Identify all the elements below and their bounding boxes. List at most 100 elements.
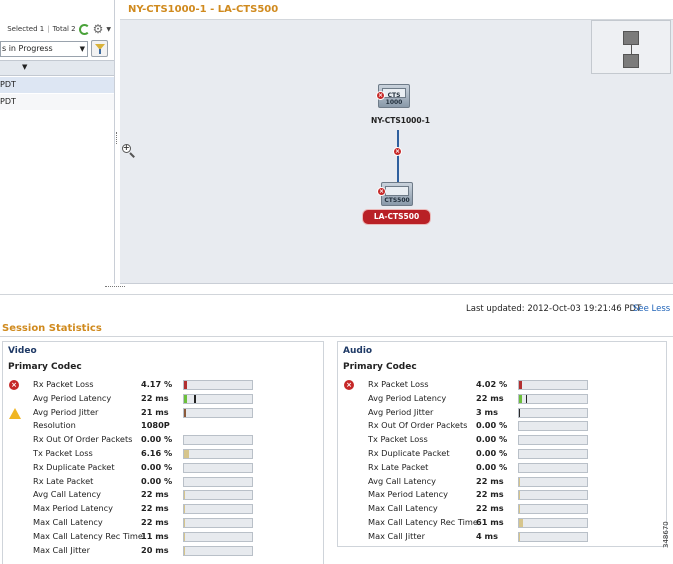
overview-link xyxy=(631,45,632,54)
metric-bar-fill xyxy=(519,394,523,403)
metric-bar-fill xyxy=(519,477,521,486)
link-error-icon[interactable]: × xyxy=(393,147,402,156)
plus-icon: + xyxy=(123,143,130,152)
metric-value: 22 ms xyxy=(141,489,169,500)
metric-bar xyxy=(183,504,253,515)
table-row[interactable]: PDT xyxy=(0,77,114,93)
sort-caret-icon[interactable]: ▼ xyxy=(22,63,27,71)
video-section-title: Video xyxy=(8,346,37,356)
metric-bar xyxy=(183,380,253,390)
metric-value: 0.00 % xyxy=(141,461,173,472)
metric-bar xyxy=(518,531,588,542)
metric-name: Tx Packet Loss xyxy=(33,448,93,458)
selected-count: Selected 1 xyxy=(7,25,45,33)
filter-button[interactable] xyxy=(91,40,108,57)
metric-row: Rx Duplicate Packet 0.00 % xyxy=(338,448,666,462)
metric-bar-fill xyxy=(184,491,186,500)
vertical-splitter-handle[interactable] xyxy=(116,132,119,144)
metric-value: 6.16 % xyxy=(141,448,173,458)
metric-row: Avg Period Jitter 3 ms xyxy=(338,407,666,421)
metric-value: 22 ms xyxy=(476,489,504,500)
metric-bar xyxy=(183,476,253,487)
endpoint-la-device-icon[interactable]: CTS500 xyxy=(381,182,413,206)
error-icon: × xyxy=(377,187,386,196)
refresh-icon[interactable] xyxy=(78,23,90,35)
gear-icon[interactable]: ⚙ xyxy=(93,23,104,35)
error-icon: × xyxy=(344,380,354,390)
chevron-down-icon: ▼ xyxy=(79,45,85,53)
metric-name: Rx Packet Loss xyxy=(33,379,94,389)
chevron-down-icon[interactable]: ▼ xyxy=(106,26,111,33)
metric-name: Rx Out Of Order Packets xyxy=(368,420,468,431)
metric-bar-fill xyxy=(519,519,524,527)
divider xyxy=(0,336,673,337)
row-cell: PDT xyxy=(0,97,16,106)
warning-icon xyxy=(9,407,21,419)
metric-bar-fill xyxy=(184,505,186,514)
metric-row: Max Call Latency Rec Time 61 ms xyxy=(338,517,666,531)
row-cell: PDT xyxy=(0,80,16,89)
device-screen xyxy=(385,186,409,196)
metric-value: 22 ms xyxy=(476,392,504,403)
metric-row: Rx Late Packet 0.00 % xyxy=(3,476,323,490)
metric-row: Avg Call Latency 22 ms xyxy=(338,476,666,490)
metric-value: 22 ms xyxy=(141,517,169,527)
metric-bar xyxy=(518,490,588,501)
metric-name: Rx Late Packet xyxy=(368,461,429,472)
endpoint-la-selected-label[interactable]: LA-CTS500 xyxy=(363,210,430,224)
divider xyxy=(0,294,673,295)
topology-title: NY-CTS1000-1 - LA-CTS500 xyxy=(128,4,279,15)
metric-bar-fill xyxy=(184,381,188,389)
metric-row: Avg Period Latency 22 ms xyxy=(3,393,323,407)
metric-value: 0.00 % xyxy=(476,434,508,445)
funnel-stem xyxy=(99,49,101,54)
metric-name: Rx Duplicate Packet xyxy=(368,448,450,458)
last-updated-text: Last updated: 2012-Oct-03 19:21:46 PDT xyxy=(466,304,642,314)
metric-bar-fill xyxy=(184,408,187,417)
metric-value: 0.00 % xyxy=(141,434,173,445)
see-less-link[interactable]: See Less xyxy=(633,304,670,314)
error-icon: × xyxy=(9,380,19,390)
table-row[interactable]: PDT xyxy=(0,94,114,110)
overview-node xyxy=(623,54,639,68)
metric-bar xyxy=(518,380,588,390)
metric-bar xyxy=(518,476,588,487)
metric-name: Avg Period Jitter xyxy=(368,406,434,417)
metric-bar-fill xyxy=(184,450,189,458)
metric-bar xyxy=(183,449,253,459)
topology-overview-map[interactable] xyxy=(591,20,671,74)
horizontal-splitter-handle[interactable] xyxy=(105,286,125,289)
metric-row: Avg Call Latency 22 ms xyxy=(3,489,323,503)
metric-name: Avg Call Latency xyxy=(368,475,437,486)
metric-row: Rx Late Packet 0.00 % xyxy=(338,462,666,476)
metric-row: Resolution 1080P xyxy=(3,420,323,434)
metric-row: Max Call Latency 22 ms xyxy=(338,503,666,517)
metric-bar-fill xyxy=(519,408,521,417)
metric-row: Avg Period Jitter 21 ms xyxy=(3,407,323,421)
zoom-icon[interactable]: + xyxy=(122,143,136,158)
metric-row: × Rx Packet Loss 4.02 % xyxy=(338,379,666,393)
metric-row: Rx Out Of Order Packets 0.00 % xyxy=(338,420,666,434)
metric-bar-fill xyxy=(519,381,523,389)
overview-node xyxy=(623,31,639,45)
status-filter-value: s in Progress xyxy=(2,44,53,53)
metric-bar xyxy=(518,504,588,515)
metric-bar-fill xyxy=(184,546,186,555)
metric-value: 3 ms xyxy=(476,406,498,417)
metric-value: 61 ms xyxy=(476,517,504,527)
status-filter-select[interactable]: s in Progress ▼ xyxy=(0,41,88,57)
metric-bar xyxy=(183,393,253,404)
metric-name: Rx Packet Loss xyxy=(368,379,429,389)
topology-link[interactable] xyxy=(397,130,399,182)
metric-bar-fill xyxy=(519,532,520,541)
toolbar-separator: | xyxy=(47,25,50,33)
error-icon: × xyxy=(376,91,385,100)
metric-name: Max Call Jitter xyxy=(33,544,90,555)
metric-bar-fill xyxy=(519,491,521,500)
metric-name: Rx Late Packet xyxy=(33,475,94,486)
metric-bar-marker xyxy=(194,394,196,403)
metric-bar xyxy=(518,393,588,404)
session-table-header[interactable]: ▼ xyxy=(0,60,114,76)
topology-canvas[interactable]: + CTS 1000 × NY-CTS1000-1 × CTS500 × LA-… xyxy=(120,20,673,284)
metric-name: Max Call Latency xyxy=(368,503,438,514)
